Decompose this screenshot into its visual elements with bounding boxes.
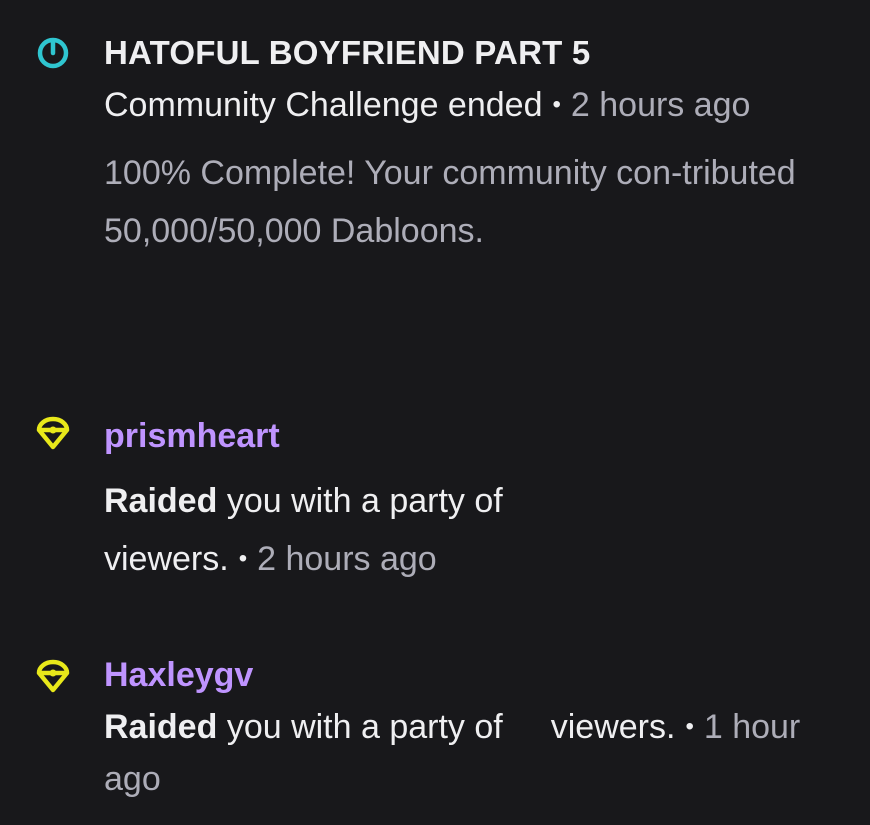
raid-text-after: viewers. <box>104 540 229 578</box>
raid-text-after: viewers. <box>550 708 676 746</box>
bullet-separator: • <box>685 713 694 740</box>
challenge-title: HATOFUL BOYFRIEND PART 5 <box>104 34 591 71</box>
activity-content: Haxleygv Raided you with a party of viewe… <box>104 655 815 805</box>
raid-action: Raided <box>104 482 218 520</box>
bullet-separator: • <box>238 545 248 572</box>
event-text: Community Challenge ended <box>104 86 543 124</box>
raid-icon <box>36 659 70 693</box>
challenge-ring-icon <box>36 36 70 70</box>
activity-item-community-challenge[interactable]: HATOFUL BOYFRIEND PART 5 Community Chall… <box>0 0 865 358</box>
challenge-description: 100% Complete! Your community con-tribut… <box>104 154 796 250</box>
activity-feed: HATOFUL BOYFRIEND PART 5 Community Chall… <box>0 0 870 825</box>
bullet-separator: • <box>552 91 561 118</box>
activity-item-raid[interactable]: prismheart Raided you with a party of vi… <box>0 358 865 621</box>
raider-username[interactable]: prismheart <box>104 416 815 456</box>
activity-line: Raided you with a party of viewers. • 1 hou… <box>104 701 815 805</box>
activity-line: Raided you with a party of <box>104 472 815 530</box>
raid-text: you with a party of <box>226 482 503 520</box>
activity-line: Community Challenge ended • 2 hours ago <box>104 76 815 134</box>
activity-line: viewers. • 2 hours ago <box>104 530 815 588</box>
raid-action: Raided <box>104 708 218 746</box>
activity-content: prismheart Raided you with a party of vi… <box>104 416 815 588</box>
activity-text: Raided you with a party of viewers. • 1 hou… <box>104 701 815 805</box>
timestamp: 2 hours ago <box>570 86 751 124</box>
activity-item-raid[interactable]: Haxleygv Raided you with a party of viewe… <box>0 621 865 825</box>
activity-content: HATOFUL BOYFRIEND PART 5 Community Chall… <box>104 30 815 260</box>
raid-text: you with a party of <box>226 708 503 746</box>
activity-text: Raided you with a party of viewers. • 2 ho… <box>104 472 815 588</box>
timestamp: 2 hours ago <box>257 540 437 578</box>
raider-username[interactable]: Haxleygv <box>104 655 815 695</box>
raid-icon <box>36 416 70 450</box>
